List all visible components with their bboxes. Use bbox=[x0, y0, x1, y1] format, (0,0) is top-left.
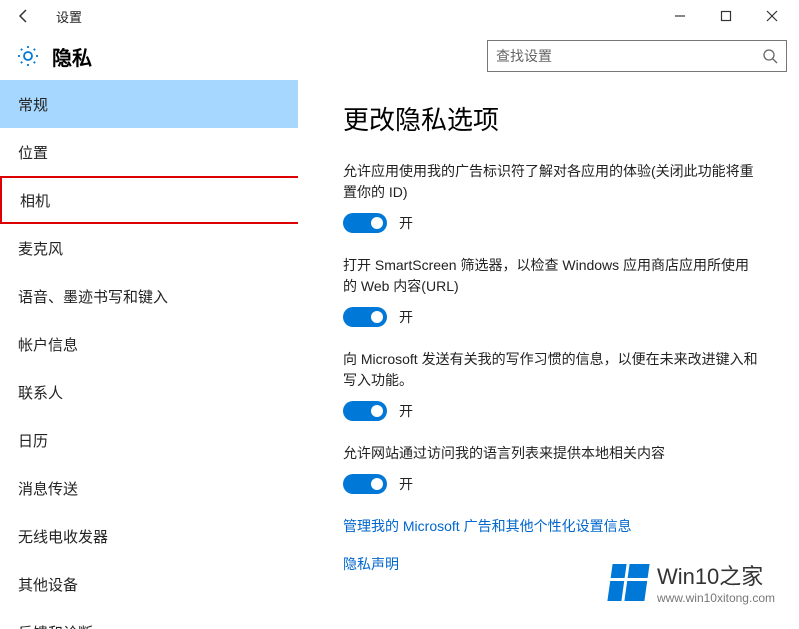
sidebar-item-messaging[interactable]: 消息传送 bbox=[0, 464, 298, 512]
search-placeholder: 查找设置 bbox=[496, 46, 762, 66]
toggle-switch[interactable] bbox=[343, 307, 387, 327]
sidebar-item-label: 无线电收发器 bbox=[18, 526, 108, 547]
sidebar-item-label: 麦克风 bbox=[18, 238, 63, 259]
search-icon bbox=[762, 48, 778, 64]
watermark-url: www.win10xitong.com bbox=[657, 591, 775, 605]
header: 隐私 查找设置 bbox=[0, 32, 799, 80]
sidebar-item-general[interactable]: 常规 bbox=[0, 80, 298, 128]
sidebar-item-feedback[interactable]: 反馈和诊断 bbox=[0, 608, 298, 629]
sidebar-item-label: 消息传送 bbox=[18, 478, 78, 499]
main-panel: 更改隐私选项 允许应用使用我的广告标识符了解对各应用的体验(关闭此功能将重置你的… bbox=[298, 80, 799, 629]
toggle-state-label: 开 bbox=[399, 401, 413, 421]
sidebar-item-calendar[interactable]: 日历 bbox=[0, 416, 298, 464]
setting-desc: 打开 SmartScreen 筛选器，以检查 Windows 应用商店应用所使用… bbox=[343, 255, 759, 297]
sidebar-item-radios[interactable]: 无线电收发器 bbox=[0, 512, 298, 560]
arrow-left-icon bbox=[16, 8, 32, 24]
setting-desc: 允许应用使用我的广告标识符了解对各应用的体验(关闭此功能将重置你的 ID) bbox=[343, 161, 759, 203]
toggle-row: 开 bbox=[343, 401, 759, 421]
setting-desc: 向 Microsoft 发送有关我的写作习惯的信息，以便在未来改进键入和写入功能… bbox=[343, 349, 759, 391]
sidebar-item-account[interactable]: 帐户信息 bbox=[0, 320, 298, 368]
gear-icon bbox=[16, 44, 40, 68]
watermark: Win10之家 www.win10xitong.com bbox=[610, 559, 775, 605]
setting-ad-id: 允许应用使用我的广告标识符了解对各应用的体验(关闭此功能将重置你的 ID) 开 bbox=[343, 161, 759, 233]
sidebar-item-label: 帐户信息 bbox=[18, 334, 78, 355]
content-area: 常规 位置 相机 麦克风 语音、墨迹书写和键入 帐户信息 联系人 日历 消息传送… bbox=[0, 80, 799, 629]
back-button[interactable] bbox=[4, 0, 44, 32]
sidebar-item-location[interactable]: 位置 bbox=[0, 128, 298, 176]
sidebar-item-label: 位置 bbox=[18, 142, 48, 163]
setting-smartscreen: 打开 SmartScreen 筛选器，以检查 Windows 应用商店应用所使用… bbox=[343, 255, 759, 327]
setting-typing-info: 向 Microsoft 发送有关我的写作习惯的信息，以便在未来改进键入和写入功能… bbox=[343, 349, 759, 421]
toggle-switch[interactable] bbox=[343, 401, 387, 421]
window-title: 设置 bbox=[44, 7, 657, 26]
sidebar-item-label: 语音、墨迹书写和键入 bbox=[18, 286, 168, 307]
setting-language-list: 允许网站通过访问我的语言列表来提供本地相关内容 开 bbox=[343, 443, 759, 494]
toggle-state-label: 开 bbox=[399, 213, 413, 233]
watermark-brand: Win10之家 bbox=[657, 559, 775, 591]
sidebar-item-label: 联系人 bbox=[18, 382, 63, 403]
titlebar: 设置 bbox=[0, 0, 799, 32]
main-heading: 更改隐私选项 bbox=[343, 100, 759, 137]
sidebar-item-contacts[interactable]: 联系人 bbox=[0, 368, 298, 416]
settings-gear[interactable] bbox=[8, 44, 48, 68]
sidebar: 常规 位置 相机 麦克风 语音、墨迹书写和键入 帐户信息 联系人 日历 消息传送… bbox=[0, 80, 298, 629]
minimize-button[interactable] bbox=[657, 0, 703, 32]
close-icon bbox=[766, 10, 778, 22]
sidebar-item-label: 反馈和诊断 bbox=[18, 622, 93, 629]
maximize-button[interactable] bbox=[703, 0, 749, 32]
minimize-icon bbox=[674, 10, 686, 22]
page-title: 隐私 bbox=[48, 42, 92, 71]
search-input[interactable]: 查找设置 bbox=[487, 40, 787, 72]
toggle-state-label: 开 bbox=[399, 474, 413, 494]
sidebar-item-label: 常规 bbox=[18, 94, 48, 115]
toggle-state-label: 开 bbox=[399, 307, 413, 327]
sidebar-item-other-devices[interactable]: 其他设备 bbox=[0, 560, 298, 608]
sidebar-item-camera[interactable]: 相机 bbox=[0, 176, 298, 224]
close-button[interactable] bbox=[749, 0, 795, 32]
toggle-row: 开 bbox=[343, 213, 759, 233]
sidebar-item-label: 其他设备 bbox=[18, 574, 78, 595]
windows-logo-icon bbox=[607, 564, 649, 601]
sidebar-item-label: 相机 bbox=[20, 190, 50, 211]
setting-desc: 允许网站通过访问我的语言列表来提供本地相关内容 bbox=[343, 443, 759, 464]
toggle-switch[interactable] bbox=[343, 474, 387, 494]
toggle-row: 开 bbox=[343, 307, 759, 327]
window-controls bbox=[657, 0, 795, 32]
maximize-icon bbox=[720, 10, 732, 22]
sidebar-item-microphone[interactable]: 麦克风 bbox=[0, 224, 298, 272]
toggle-switch[interactable] bbox=[343, 213, 387, 233]
toggle-row: 开 bbox=[343, 474, 759, 494]
manage-ads-link[interactable]: 管理我的 Microsoft 广告和其他个性化设置信息 bbox=[343, 516, 759, 536]
sidebar-item-label: 日历 bbox=[18, 430, 48, 451]
sidebar-item-speech[interactable]: 语音、墨迹书写和键入 bbox=[0, 272, 298, 320]
